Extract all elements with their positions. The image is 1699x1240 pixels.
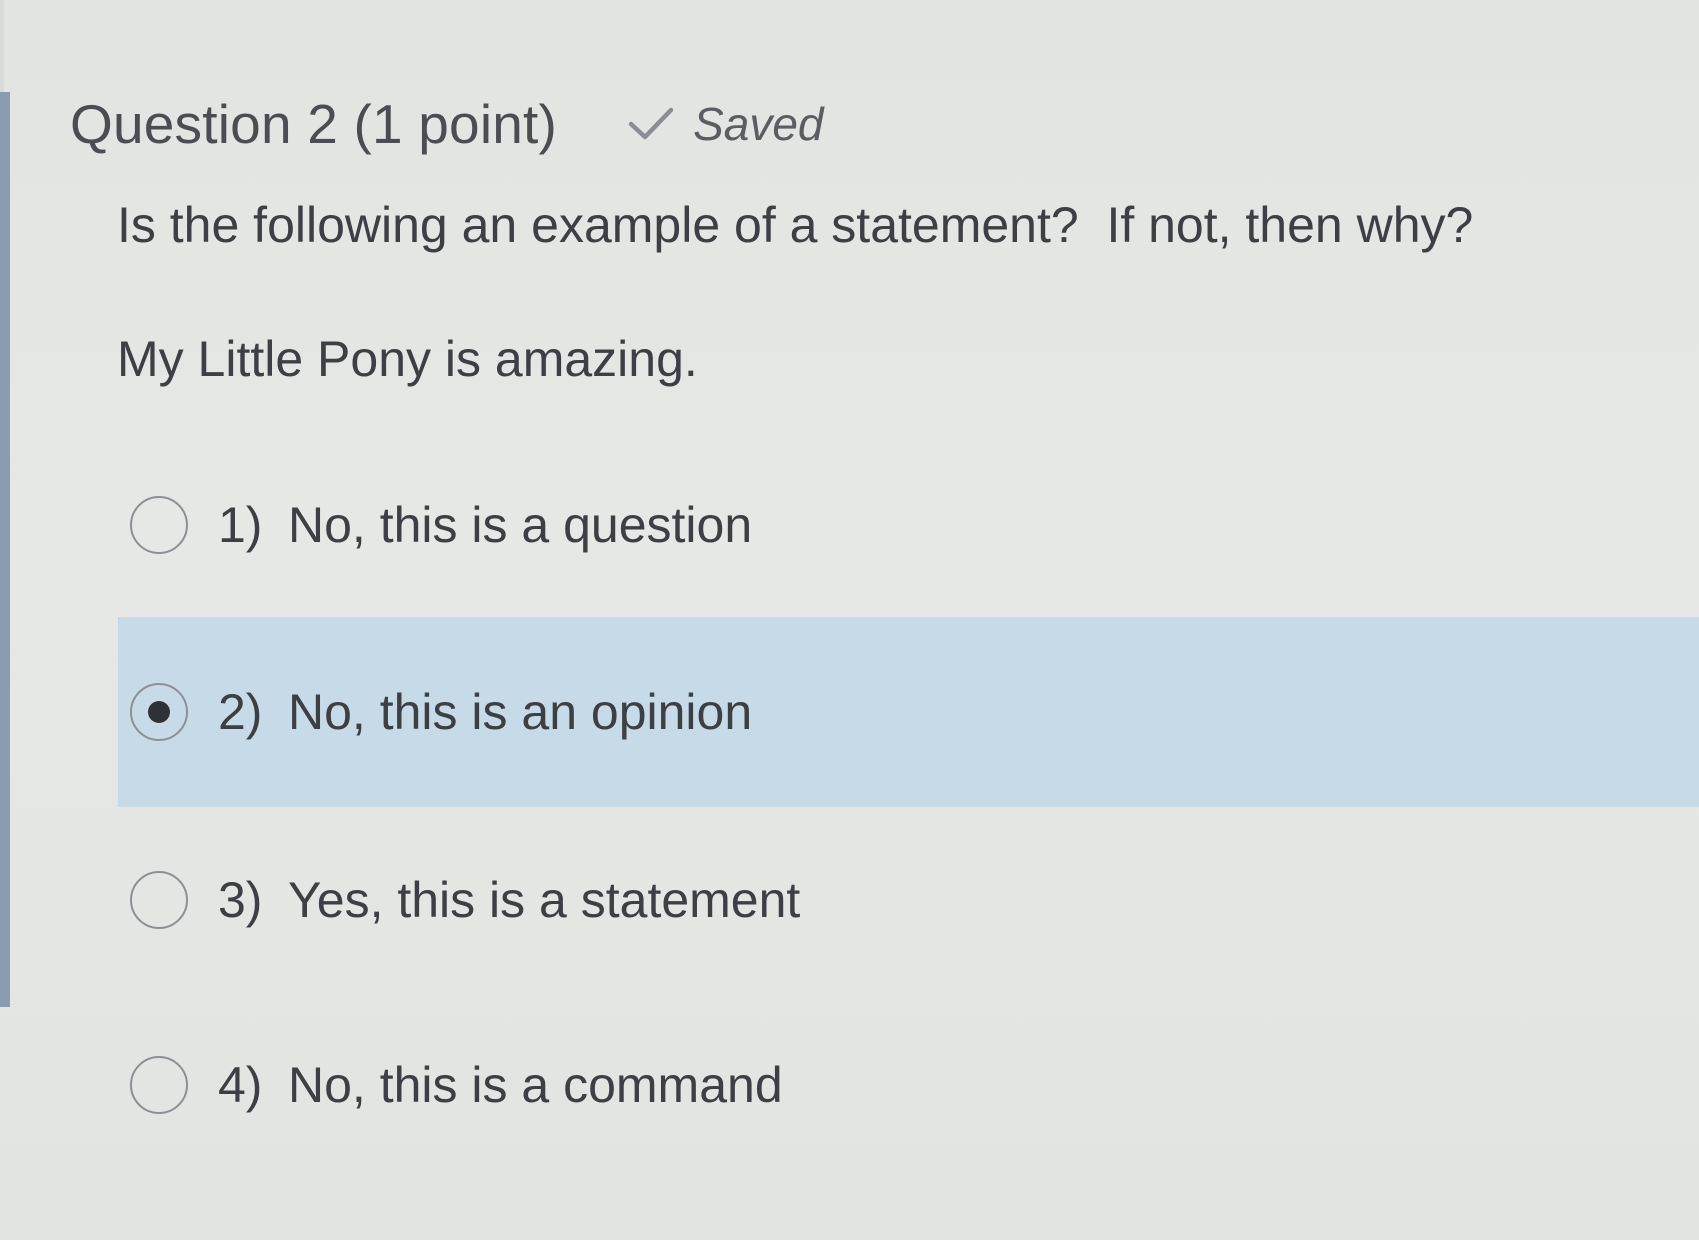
- saved-status: Saved: [625, 97, 824, 151]
- option-label: No, this is a question: [288, 497, 753, 553]
- radio-button-4[interactable]: [130, 1056, 188, 1114]
- answer-option-1[interactable]: 1) No, this is a question: [118, 430, 1699, 620]
- radio-button-2[interactable]: [130, 683, 188, 741]
- option-label: No, this is an opinion: [288, 684, 753, 740]
- question-accent-bar: [0, 92, 10, 1007]
- radio-button-1[interactable]: [130, 496, 188, 554]
- answer-option-2[interactable]: 2) No, this is an opinion: [118, 617, 1699, 807]
- option-number: 1): [218, 497, 263, 553]
- question-title: Question 2 (1 point): [70, 93, 558, 155]
- option-label: No, this is a command: [288, 1057, 783, 1113]
- option-number: 2): [218, 684, 263, 740]
- radio-selected-dot: [148, 701, 170, 723]
- saved-label: Saved: [693, 98, 824, 150]
- question-header: Question 2 (1 point) Saved: [70, 84, 824, 164]
- radio-button-3[interactable]: [130, 871, 188, 929]
- question-prompt: Is the following an example of a stateme…: [117, 197, 1474, 253]
- option-label: Yes, this is a statement: [288, 872, 801, 928]
- question-subject: My Little Pony is amazing.: [117, 331, 698, 387]
- check-icon: [628, 107, 674, 140]
- answer-option-3[interactable]: 3) Yes, this is a statement: [118, 805, 1699, 995]
- option-number: 4): [218, 1057, 263, 1113]
- quiz-page: Question 2 (1 point) Saved Is the follow…: [0, 0, 1699, 1240]
- answer-option-4[interactable]: 4) No, this is a command: [118, 990, 1699, 1180]
- option-number: 3): [218, 872, 263, 928]
- left-edge: [0, 0, 4, 92]
